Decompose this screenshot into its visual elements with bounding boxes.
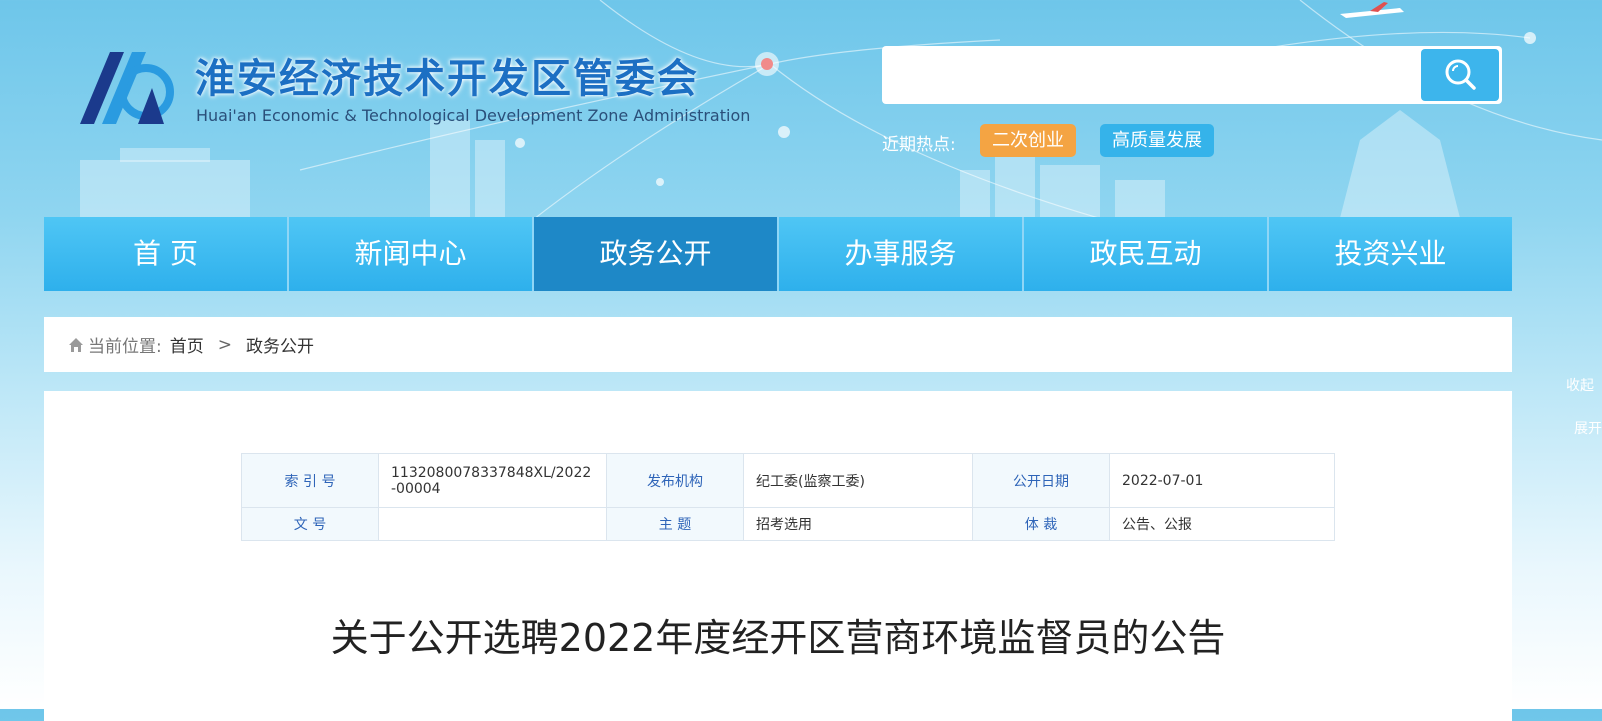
document-meta-table: 索 引 号 1132080078337848XL/2022-00004 发布机构… — [241, 453, 1335, 541]
table-row: 文 号 主 题 招考选用 体 裁 公告、公报 — [241, 507, 1335, 541]
side-expand-button[interactable]: 展开 — [1574, 418, 1602, 438]
meta-date-key: 公开日期 — [972, 453, 1110, 508]
meta-doc-value — [378, 507, 607, 541]
meta-topic-value: 招考选用 — [743, 507, 973, 541]
search-icon — [1445, 59, 1476, 90]
meta-date-value: 2022-07-01 — [1109, 453, 1335, 508]
site-title: 淮安经济技术开发区管委会 — [195, 56, 699, 102]
meta-genre-key: 体 裁 — [972, 507, 1110, 541]
table-row: 索 引 号 1132080078337848XL/2022-00004 发布机构… — [241, 453, 1335, 508]
site-subtitle: Huai'an Economic & Technological Develop… — [196, 106, 751, 125]
meta-org-value: 纪工委(监察工委) — [743, 453, 973, 508]
meta-topic-key: 主 题 — [606, 507, 744, 541]
nav-item-investment[interactable]: 投资兴业 — [1269, 217, 1512, 291]
nav-item-government-affairs[interactable]: 政务公开 — [534, 217, 779, 291]
haa-logo-icon — [80, 52, 174, 124]
home-icon — [69, 337, 83, 352]
nav-item-interaction[interactable]: 政民互动 — [1024, 217, 1269, 291]
breadcrumb-label: 当前位置: — [88, 337, 162, 357]
breadcrumb-separator: > — [217, 334, 232, 355]
content-panel: 索 引 号 1132080078337848XL/2022-00004 发布机构… — [44, 391, 1512, 721]
side-collapse-button[interactable]: 收起 — [1566, 375, 1594, 395]
search-input[interactable] — [892, 54, 1416, 98]
hot-tag-entrepreneurship[interactable]: 二次创业 — [980, 124, 1076, 157]
nav-item-services[interactable]: 办事服务 — [779, 217, 1024, 291]
main-nav: 首 页 新闻中心 政务公开 办事服务 政民互动 投资兴业 — [44, 217, 1512, 291]
meta-index-value: 1132080078337848XL/2022-00004 — [378, 453, 607, 508]
nav-item-home[interactable]: 首 页 — [44, 217, 289, 291]
article-title: 关于公开选聘2022年度经开区营商环境监督员的公告 — [330, 616, 1226, 660]
meta-org-key: 发布机构 — [606, 453, 744, 508]
meta-index-key: 索 引 号 — [241, 453, 379, 508]
search-button[interactable] — [1421, 49, 1499, 101]
search-box — [882, 46, 1502, 104]
meta-doc-key: 文 号 — [241, 507, 379, 541]
hot-tag-high-quality-development[interactable]: 高质量发展 — [1100, 124, 1214, 157]
hot-topics-label: 近期热点: — [882, 135, 956, 155]
nav-item-news[interactable]: 新闻中心 — [289, 217, 534, 291]
meta-genre-value: 公告、公报 — [1109, 507, 1335, 541]
breadcrumb-current-link[interactable]: 政务公开 — [246, 332, 314, 357]
breadcrumb: 当前位置: 首页 > 政务公开 — [44, 317, 1512, 372]
breadcrumb-home-link[interactable]: 首页 — [170, 332, 204, 357]
